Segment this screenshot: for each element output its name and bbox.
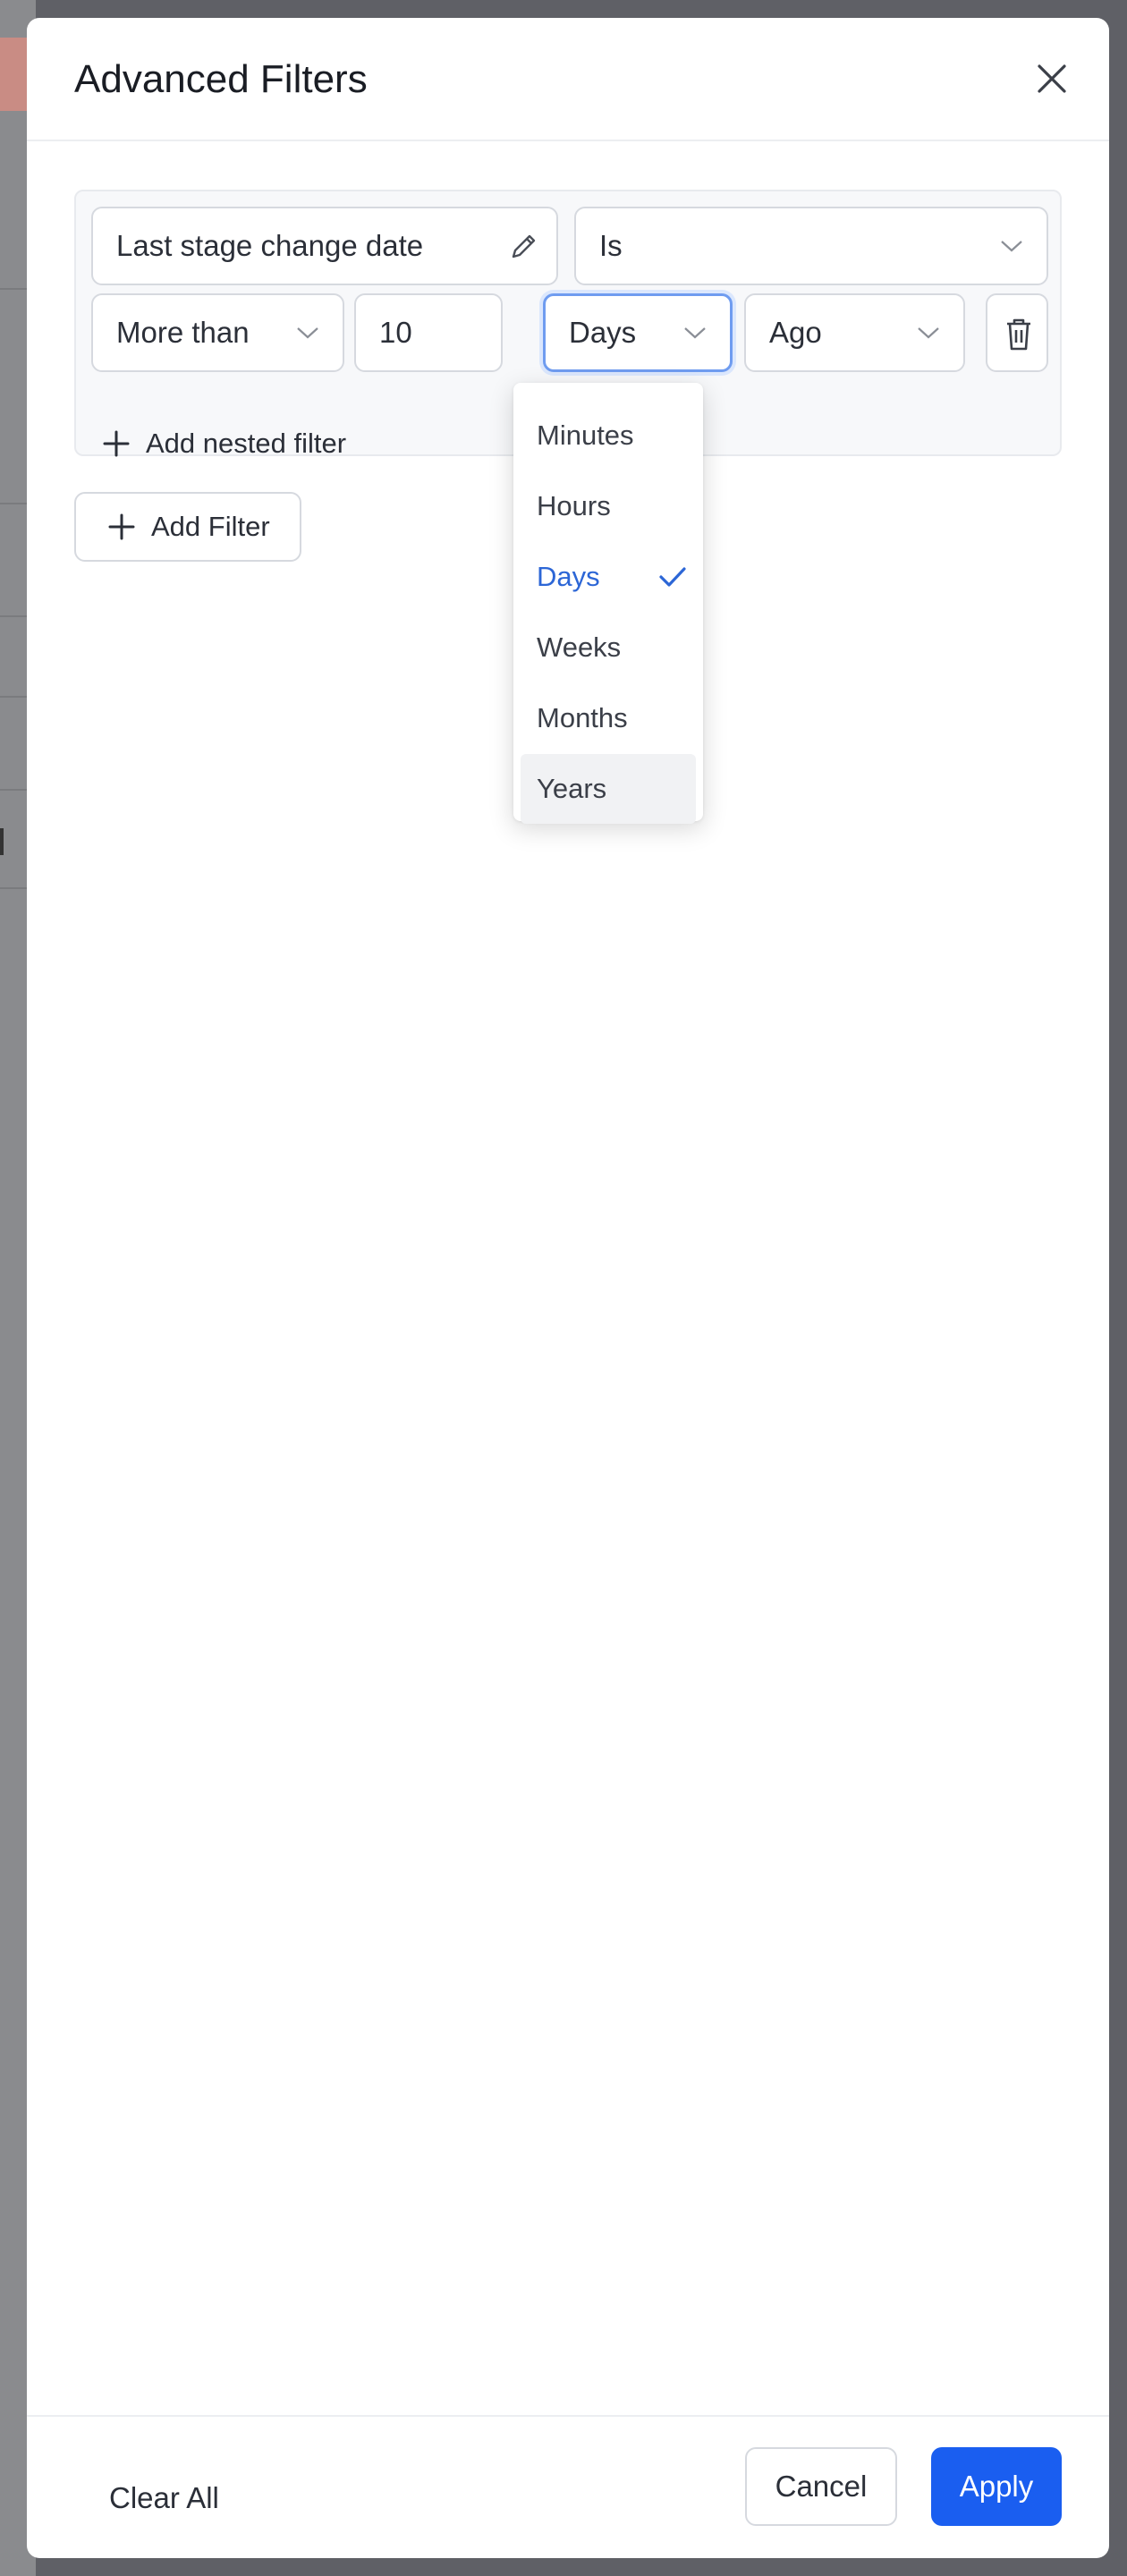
trash-icon [1007,318,1030,351]
unit-option-years[interactable]: Years [521,754,696,824]
unit-dropdown-menu: Minutes Hours Days Weeks Months Years [513,383,703,824]
modal-title: Advanced Filters [74,57,368,101]
apply-button[interactable]: Apply [931,2447,1062,2526]
unit-option-label: Years [537,773,607,804]
operator-select[interactable]: Is [574,207,1048,285]
cancel-button[interactable]: Cancel [745,2447,897,2526]
amount-input-value: 10 [379,316,412,349]
direction-select-value: Ago [769,316,822,349]
comparison-select[interactable]: More than [91,293,344,372]
add-filter-label: Add Filter [151,511,270,542]
plus-icon [103,430,130,457]
unit-select-value: Days [569,316,637,349]
unit-option-label: Weeks [537,631,622,663]
clear-all-button[interactable]: Clear All [109,2481,219,2515]
unit-option-label: Months [537,702,628,733]
modal-header: Advanced Filters [27,18,1109,141]
chevron-down-icon [1001,241,1022,252]
delete-filter-button[interactable] [986,293,1048,372]
unit-option-label: Minutes [537,419,634,451]
add-nested-filter-label: Add nested filter [146,427,347,459]
advanced-filters-modal: Advanced Filters Last stage change date … [27,18,1109,2558]
close-icon [1038,64,1066,93]
modal-footer: Clear All Cancel Apply [27,2415,1109,2560]
unit-option-days[interactable]: Days [521,542,696,612]
amount-input[interactable]: 10 [354,293,503,372]
unit-option-months[interactable]: Months [521,683,696,753]
field-selector[interactable]: Last stage change date [91,207,558,285]
chevron-down-icon [918,327,939,339]
unit-option-label: Days [537,561,600,592]
field-selector-label: Last stage change date [116,229,424,262]
direction-select[interactable]: Ago [744,293,965,372]
operator-select-value: Is [599,229,623,262]
add-filter-button[interactable]: Add Filter [74,492,301,562]
unit-select[interactable]: Days [543,293,733,372]
chevron-down-icon [684,327,706,339]
unit-option-minutes[interactable]: Minutes [521,401,696,470]
chevron-down-icon [297,327,318,339]
pencil-icon[interactable] [506,230,540,264]
unit-option-label: Hours [537,490,611,521]
background-text-fragment [0,828,4,855]
comparison-select-value: More than [116,316,250,349]
unit-option-weeks[interactable]: Weeks [521,613,696,682]
add-nested-filter-button[interactable]: Add nested filter [103,426,346,460]
plus-icon [108,513,135,540]
check-icon [659,567,686,587]
unit-option-hours[interactable]: Hours [521,471,696,541]
close-button[interactable] [1030,57,1073,100]
